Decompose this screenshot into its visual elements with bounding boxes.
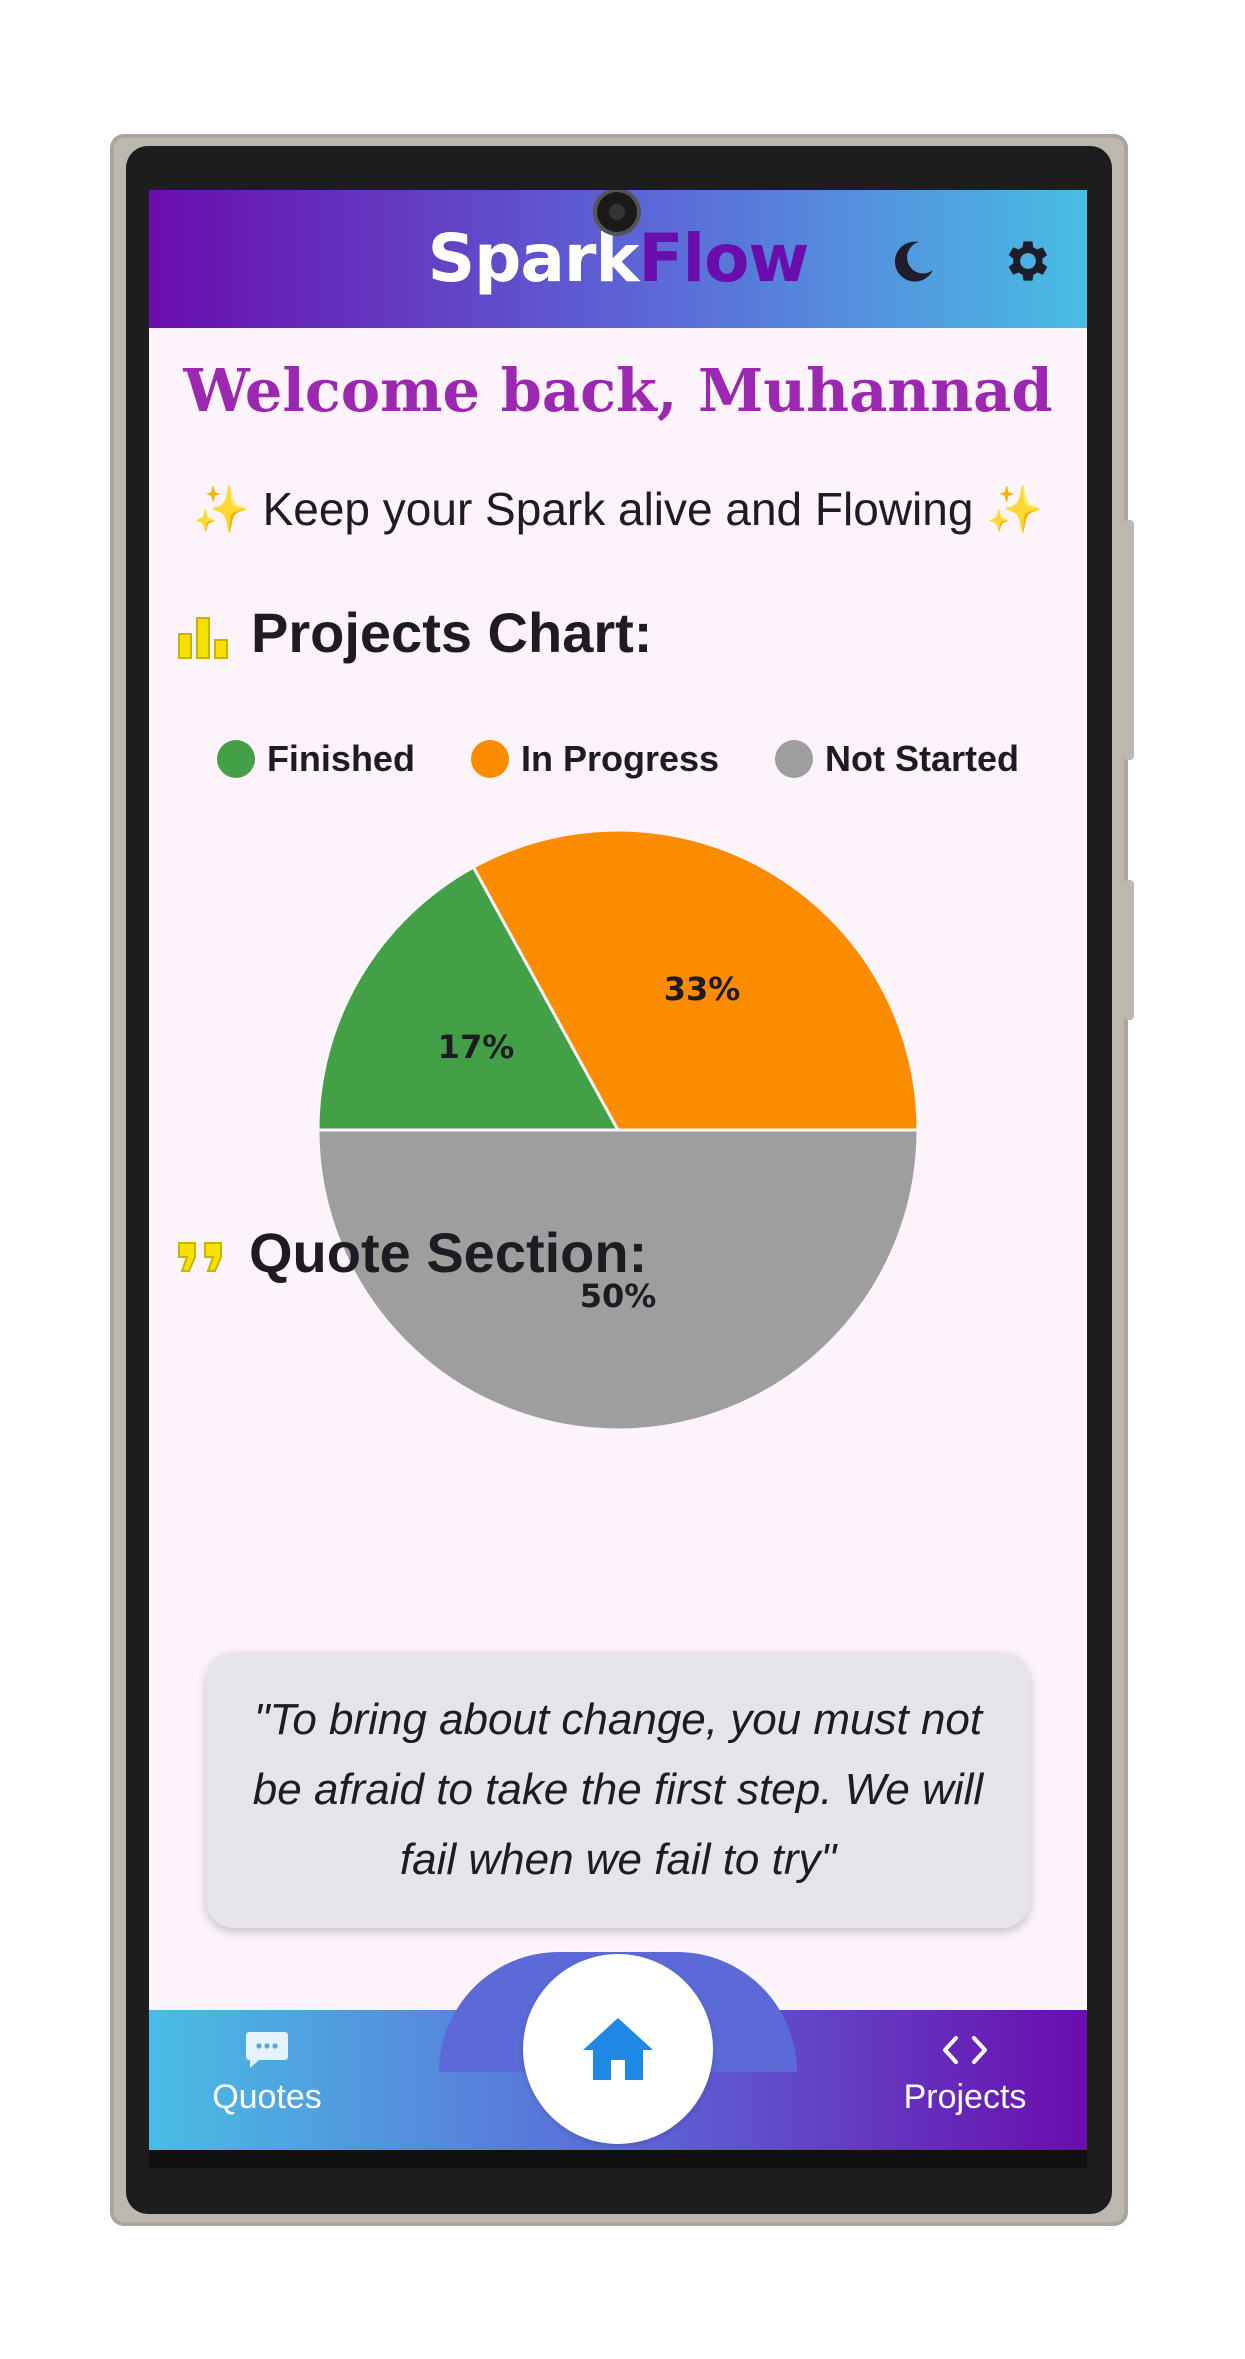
projects-chart-title: Projects Chart: <box>177 600 652 665</box>
legend-label-not-started: Not Started <box>825 738 1020 779</box>
tagline-text: Keep your Spark alive and Flowing <box>262 483 974 535</box>
legend-dot-not-started <box>775 740 814 778</box>
nav-quotes[interactable]: Quotes <box>157 2030 377 2117</box>
sparkles-icon: ✨ <box>986 483 1044 535</box>
moon-icon[interactable] <box>889 236 939 286</box>
welcome-heading: Welcome back, Muhannad <box>183 356 1053 425</box>
legend-in-progress: In Progress <box>470 738 720 780</box>
legend-dot-finished <box>216 740 255 778</box>
quote-icon <box>178 1242 222 1273</box>
quote-section-title: Quote Section: <box>177 1220 647 1285</box>
projects-chart-label: Projects Chart: <box>251 601 653 664</box>
legend-dot-in-progress <box>470 740 509 778</box>
projects-pie-chart: 17%33%50% <box>316 828 920 1432</box>
nav-quotes-label: Quotes <box>212 2078 322 2116</box>
chart-legend: Finished In Progress Not Started <box>149 738 1087 780</box>
pie-label-finished: 17% <box>438 1028 515 1066</box>
brand-spark: Spark <box>427 220 640 297</box>
gear-icon[interactable] <box>1001 234 1055 288</box>
legend-not-started: Not Started <box>775 738 1019 780</box>
chat-bubble-icon <box>246 2032 288 2068</box>
code-icon <box>943 2036 987 2064</box>
quote-text: "To bring about change, you must not be … <box>252 1695 984 1884</box>
legend-label-in-progress: In Progress <box>520 738 720 779</box>
bar-chart-icon <box>178 617 228 660</box>
home-button[interactable] <box>523 1954 713 2144</box>
legend-label-finished: Finished <box>266 738 415 779</box>
legend-finished: Finished <box>216 738 415 780</box>
tagline: ✨ Keep your Spark alive and Flowing ✨ <box>149 482 1087 537</box>
power-button <box>1124 880 1134 1020</box>
sparkles-icon: ✨ <box>192 483 250 535</box>
app-screen: SparkFlow Welcome back, Muhannad ✨ Keep … <box>149 190 1087 2168</box>
screen-bottom-edge <box>149 2150 1087 2168</box>
nav-projects-label: Projects <box>903 2078 1027 2116</box>
volume-button <box>1124 520 1134 760</box>
quote-card: "To bring about change, you must not be … <box>206 1652 1030 1928</box>
brand-flow: Flow <box>638 220 809 297</box>
nav-projects[interactable]: Projects <box>855 2030 1075 2117</box>
front-camera <box>597 192 637 232</box>
home-icon <box>583 2018 653 2080</box>
quote-section-label: Quote Section: <box>249 1221 648 1284</box>
pie-label-in-progress: 33% <box>664 970 741 1008</box>
